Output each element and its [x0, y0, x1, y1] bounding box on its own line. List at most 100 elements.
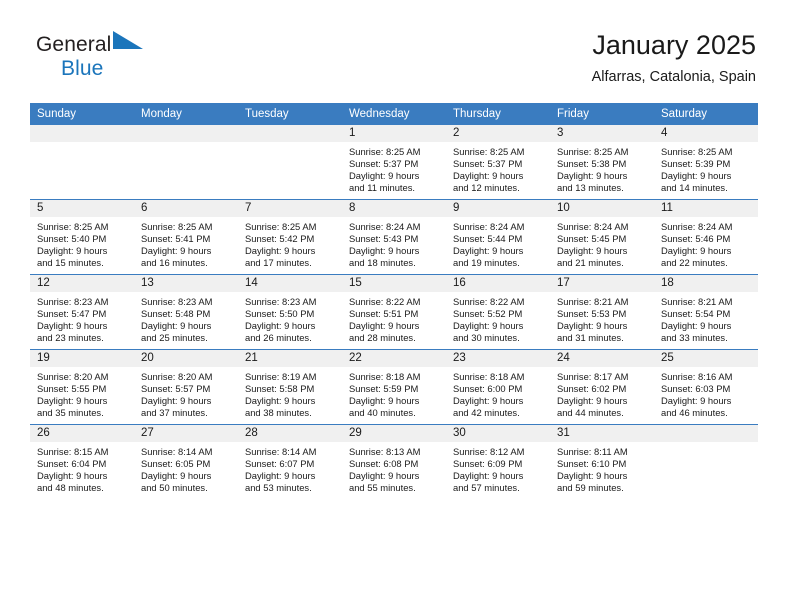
day-number: 22 — [342, 350, 446, 367]
calendar-day-cell[interactable]: 30 Sunrise: 8:12 AM Sunset: 6:09 PM Dayligh… — [446, 424, 550, 499]
calendar-day-cell[interactable]: 13 Sunrise: 8:23 AM Sunset: 5:48 PM Dayligh… — [134, 274, 238, 350]
day-details: Sunrise: 8:22 AM Sunset: 5:52 PM Daylight:… — [446, 292, 550, 344]
weekday-header-row: Sunday Monday Tuesday Wednesday Thursday Frid… — [30, 103, 758, 125]
calendar-day-cell[interactable]: 1 Sunrise: 8:25 AM Sunset: 5:37 PM Daylight… — [342, 125, 446, 200]
calendar-day-cell[interactable]: 2 Sunrise: 8:25 AM Sunset: 5:37 PM Daylight… — [446, 125, 550, 200]
day-detail-line: and 37 minutes. — [141, 407, 208, 419]
day-detail-line: Sunset: 5:55 PM — [37, 383, 107, 395]
calendar-day-cell[interactable]: 21 Sunrise: 8:19 AM Sunset: 5:58 PM Dayligh… — [238, 349, 342, 425]
day-details: Sunrise: 8:11 AM Sunset: 6:10 PM Daylight:… — [550, 442, 654, 494]
day-detail-line: Sunset: 5:37 PM — [349, 158, 419, 170]
day-detail-line: Sunrise: 8:25 AM — [141, 221, 213, 232]
day-detail-line: Sunrise: 8:23 AM — [141, 296, 213, 307]
calendar-day-cell[interactable]: 3 Sunrise: 8:25 AM Sunset: 5:38 PM Daylight… — [550, 125, 654, 200]
day-details: Sunrise: 8:13 AM Sunset: 6:08 PM Daylight:… — [342, 442, 446, 494]
day-detail-line: Sunset: 5:38 PM — [557, 158, 627, 170]
day-details: Sunrise: 8:23 AM Sunset: 5:48 PM Daylight:… — [134, 292, 238, 344]
day-detail-line: and 33 minutes. — [661, 332, 728, 344]
day-detail-line: and 13 minutes. — [557, 182, 624, 194]
calendar-day-cell[interactable]: 22 Sunrise: 8:18 AM Sunset: 5:59 PM Dayligh… — [342, 349, 446, 425]
day-detail-line: and 14 minutes. — [661, 182, 728, 194]
calendar-day-cell[interactable]: 29 Sunrise: 8:13 AM Sunset: 6:08 PM Dayligh… — [342, 424, 446, 499]
day-detail-line: Daylight: 9 hours — [37, 320, 108, 332]
day-detail-line: Sunrise: 8:17 AM — [557, 371, 629, 382]
calendar-day-cell[interactable]: 6 Sunrise: 8:25 AM Sunset: 5:41 PM Daylight… — [134, 199, 238, 275]
day-detail-line: Sunset: 5:41 PM — [141, 233, 211, 245]
weekday-header-monday: Monday — [134, 103, 238, 125]
day-detail-line: Daylight: 9 hours — [557, 320, 628, 332]
day-number: 7 — [238, 200, 342, 217]
calendar-body: 1 Sunrise: 8:25 AM Sunset: 5:37 PM Daylight… — [30, 125, 758, 499]
day-number: 3 — [550, 125, 654, 142]
calendar-day-cell[interactable]: 8 Sunrise: 8:24 AM Sunset: 5:43 PM Daylight… — [342, 199, 446, 275]
calendar-day-cell[interactable]: 12 Sunrise: 8:23 AM Sunset: 5:47 PM Dayligh… — [30, 274, 134, 350]
day-number — [134, 125, 238, 142]
day-detail-line: Daylight: 9 hours — [453, 395, 524, 407]
day-detail-line: Daylight: 9 hours — [557, 245, 628, 257]
calendar-day-cell[interactable]: 17 Sunrise: 8:21 AM Sunset: 5:53 PM Dayligh… — [550, 274, 654, 350]
calendar-day-cell-empty — [134, 125, 238, 200]
day-detail-line: Sunset: 6:03 PM — [661, 383, 731, 395]
day-detail-line: Sunrise: 8:25 AM — [349, 146, 421, 157]
day-detail-line: Sunrise: 8:25 AM — [245, 221, 317, 232]
day-detail-line: Daylight: 9 hours — [661, 395, 732, 407]
day-number: 28 — [238, 425, 342, 442]
calendar-day-cell[interactable]: 11 Sunrise: 8:24 AM Sunset: 5:46 PM Dayligh… — [654, 199, 758, 275]
day-detail-line: Sunset: 6:05 PM — [141, 458, 211, 470]
calendar-day-cell[interactable]: 26 Sunrise: 8:15 AM Sunset: 6:04 PM Dayligh… — [30, 424, 134, 499]
calendar-day-cell[interactable]: 15 Sunrise: 8:22 AM Sunset: 5:51 PM Dayligh… — [342, 274, 446, 350]
calendar-day-cell[interactable]: 28 Sunrise: 8:14 AM Sunset: 6:07 PM Dayligh… — [238, 424, 342, 499]
calendar-week-row: 5 Sunrise: 8:25 AM Sunset: 5:40 PM Daylight… — [30, 199, 758, 275]
calendar-day-cell[interactable]: 27 Sunrise: 8:14 AM Sunset: 6:05 PM Dayligh… — [134, 424, 238, 499]
calendar-day-cell[interactable]: 25 Sunrise: 8:16 AM Sunset: 6:03 PM Dayligh… — [654, 349, 758, 425]
weekday-header-friday: Friday — [550, 103, 654, 125]
day-details: Sunrise: 8:25 AM Sunset: 5:40 PM Daylight:… — [30, 217, 134, 269]
day-details: Sunrise: 8:24 AM Sunset: 5:44 PM Daylight:… — [446, 217, 550, 269]
day-number: 21 — [238, 350, 342, 367]
day-detail-line: Daylight: 9 hours — [245, 470, 316, 482]
day-detail-line: Sunset: 5:43 PM — [349, 233, 419, 245]
calendar-day-cell[interactable]: 31 Sunrise: 8:11 AM Sunset: 6:10 PM Dayligh… — [550, 424, 654, 499]
calendar-day-cell[interactable]: 14 Sunrise: 8:23 AM Sunset: 5:50 PM Dayligh… — [238, 274, 342, 350]
day-detail-line: Daylight: 9 hours — [453, 170, 524, 182]
day-details: Sunrise: 8:25 AM Sunset: 5:39 PM Daylight:… — [654, 142, 758, 194]
day-number: 31 — [550, 425, 654, 442]
day-detail-line: Sunrise: 8:21 AM — [557, 296, 629, 307]
calendar-day-cell[interactable]: 9 Sunrise: 8:24 AM Sunset: 5:44 PM Daylight… — [446, 199, 550, 275]
day-detail-line: Daylight: 9 hours — [141, 245, 212, 257]
page-subtitle-location: Alfarras, Catalonia, Spain — [591, 69, 756, 85]
day-details: Sunrise: 8:12 AM Sunset: 6:09 PM Daylight:… — [446, 442, 550, 494]
brand-logo[interactable]: General Blue — [36, 30, 276, 88]
day-detail-line: Sunset: 5:42 PM — [245, 233, 315, 245]
day-detail-line: Sunset: 6:04 PM — [37, 458, 107, 470]
day-detail-line: Daylight: 9 hours — [141, 320, 212, 332]
calendar-day-cell[interactable]: 18 Sunrise: 8:21 AM Sunset: 5:54 PM Dayligh… — [654, 274, 758, 350]
day-detail-line: Sunrise: 8:15 AM — [37, 446, 109, 457]
calendar-week-row: 1 Sunrise: 8:25 AM Sunset: 5:37 PM Daylight… — [30, 125, 758, 200]
calendar-day-cell[interactable]: 24 Sunrise: 8:17 AM Sunset: 6:02 PM Dayligh… — [550, 349, 654, 425]
day-number — [238, 125, 342, 142]
weekday-header-wednesday: Wednesday — [342, 103, 446, 125]
day-number: 25 — [654, 350, 758, 367]
day-detail-line: Sunrise: 8:16 AM — [661, 371, 733, 382]
day-detail-line: Sunset: 5:37 PM — [453, 158, 523, 170]
calendar-day-cell[interactable]: 23 Sunrise: 8:18 AM Sunset: 6:00 PM Dayligh… — [446, 349, 550, 425]
day-detail-line: Daylight: 9 hours — [37, 245, 108, 257]
calendar-day-cell[interactable]: 20 Sunrise: 8:20 AM Sunset: 5:57 PM Dayligh… — [134, 349, 238, 425]
calendar-day-cell[interactable]: 10 Sunrise: 8:24 AM Sunset: 5:45 PM Dayligh… — [550, 199, 654, 275]
calendar-day-cell[interactable]: 7 Sunrise: 8:25 AM Sunset: 5:42 PM Daylight… — [238, 199, 342, 275]
calendar-day-cell[interactable]: 5 Sunrise: 8:25 AM Sunset: 5:40 PM Daylight… — [30, 199, 134, 275]
calendar-day-cell[interactable]: 19 Sunrise: 8:20 AM Sunset: 5:55 PM Dayligh… — [30, 349, 134, 425]
day-detail-line: Sunrise: 8:11 AM — [557, 446, 628, 457]
weekday-header-sunday: Sunday — [30, 103, 134, 125]
day-detail-line: Sunrise: 8:18 AM — [349, 371, 421, 382]
day-detail-line: Sunset: 5:59 PM — [349, 383, 419, 395]
day-detail-line: Daylight: 9 hours — [141, 470, 212, 482]
day-number: 15 — [342, 275, 446, 292]
day-details: Sunrise: 8:25 AM Sunset: 5:42 PM Daylight:… — [238, 217, 342, 269]
calendar-week-row: 12 Sunrise: 8:23 AM Sunset: 5:47 PM Dayligh… — [30, 274, 758, 350]
day-number: 29 — [342, 425, 446, 442]
calendar-day-cell[interactable]: 16 Sunrise: 8:22 AM Sunset: 5:52 PM Dayligh… — [446, 274, 550, 350]
day-details: Sunrise: 8:20 AM Sunset: 5:57 PM Daylight:… — [134, 367, 238, 419]
calendar-day-cell[interactable]: 4 Sunrise: 8:25 AM Sunset: 5:39 PM Daylight… — [654, 125, 758, 200]
